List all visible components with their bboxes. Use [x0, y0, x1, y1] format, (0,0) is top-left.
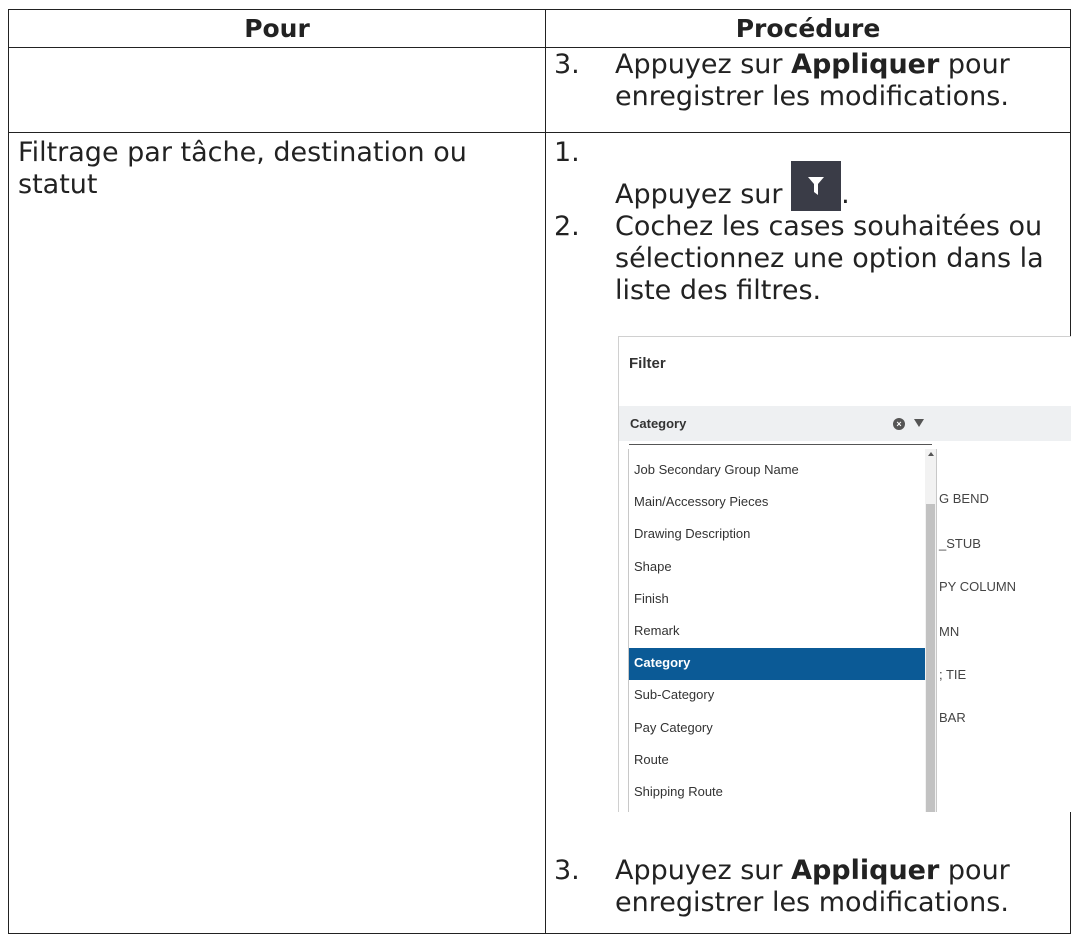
- step-number: 2.: [554, 211, 580, 242]
- dropdown-item[interactable]: Main/Accessory Pieces: [629, 487, 925, 519]
- dropdown-item[interactable]: Sub-Category: [629, 680, 925, 712]
- background-value: _STUB: [939, 536, 981, 551]
- background-value: PY COLUMN: [939, 579, 1017, 594]
- task-description: Filtrage par tâche, destination ou statu…: [18, 137, 467, 200]
- scroll-up-icon[interactable]: [928, 452, 934, 456]
- filter-icon: [808, 177, 825, 195]
- background-value: MN: [939, 624, 960, 639]
- dropdown-item[interactable]: Pay Category: [629, 713, 925, 745]
- row2-task-cell: Filtrage par tâche, destination ou statu…: [8, 132, 546, 934]
- filter-button[interactable]: [791, 161, 842, 211]
- background-value: G BEND: [939, 491, 989, 506]
- background-value: BAR: [939, 710, 966, 725]
- category-label: Category: [630, 416, 687, 431]
- filter-panel-screenshot: Filter Category × G BEND _STUB PY COLUMN…: [618, 336, 1071, 812]
- row1-task-cell: [8, 47, 546, 133]
- step-number: 3.: [554, 49, 580, 80]
- header-pour: Pour: [8, 9, 546, 48]
- dropdown-item[interactable]: Shipping Route: [629, 777, 925, 809]
- chevron-down-icon[interactable]: [914, 419, 924, 427]
- dropdown-item[interactable]: Route: [629, 745, 925, 777]
- filter-title: Filter: [629, 355, 666, 372]
- step-text: Appuyez sur Appliquer pour enregistrer l…: [615, 49, 1010, 112]
- dropdown-item-selected[interactable]: Category: [629, 648, 925, 681]
- scrollbar-thumb[interactable]: [926, 504, 935, 812]
- dropdown-scrollbar[interactable]: [925, 449, 936, 812]
- step-text: Cochez les cases souhaitées ou sélection…: [615, 211, 1044, 306]
- category-select[interactable]: Category ×: [619, 406, 1071, 441]
- procedure-table: Pour Procédure 3. Appuyez sur Appliquer …: [8, 9, 1071, 934]
- dropdown-item[interactable]: Remark: [629, 616, 925, 648]
- dropdown-item[interactable]: Shape: [629, 552, 925, 584]
- dropdown-item[interactable]: Job Secondary Group Name: [629, 455, 925, 487]
- step-number: 3.: [554, 855, 580, 886]
- background-value: ; TIE: [939, 667, 967, 682]
- select-underline: [629, 444, 932, 445]
- row2-step-2: 2. Cochez les cases souhaitées ou sélect…: [554, 211, 1065, 307]
- row2-procedure-cell: 1. Appuyez sur . 2. Cochez les cases sou…: [545, 132, 1071, 934]
- category-dropdown-list: Job Secondary Group Name Main/Accessory …: [628, 449, 937, 812]
- row2-step-3: 3. Appuyez sur Appliquer pour enregistre…: [554, 855, 1065, 919]
- dropdown-item[interactable]: Finish: [629, 584, 925, 616]
- row2-step-1: 1. Appuyez sur .: [554, 137, 1065, 211]
- header-procedure: Procédure: [545, 9, 1071, 48]
- step-text: Appuyez sur .: [615, 137, 1065, 211]
- clear-icon[interactable]: ×: [893, 418, 905, 430]
- dropdown-item[interactable]: Drawing Description: [629, 519, 925, 551]
- step-text: Appuyez sur Appliquer pour enregistrer l…: [615, 855, 1010, 918]
- step-number: 1.: [554, 137, 580, 168]
- row1-step-3: 3. Appuyez sur Appliquer pour enregistre…: [554, 49, 1065, 113]
- row1-procedure-cell: 3. Appuyez sur Appliquer pour enregistre…: [545, 47, 1071, 133]
